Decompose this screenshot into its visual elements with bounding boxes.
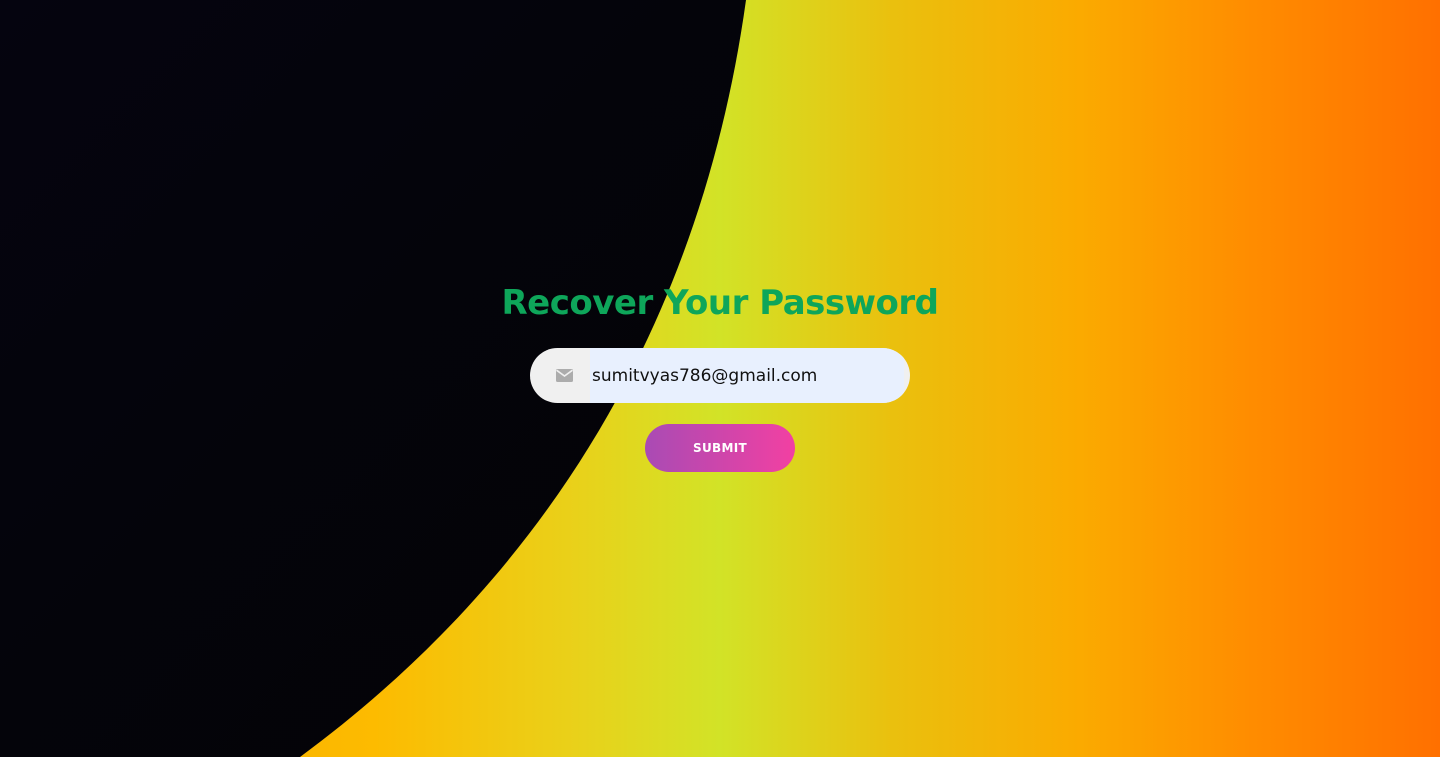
envelope-icon bbox=[555, 366, 574, 385]
page-title: Recover Your Password bbox=[501, 283, 939, 323]
recover-password-page: Recover Your Password SUBMIT bbox=[0, 0, 1440, 757]
email-field[interactable] bbox=[530, 348, 910, 403]
recover-password-form: Recover Your Password SUBMIT bbox=[0, 0, 1440, 757]
email-input[interactable] bbox=[592, 348, 892, 403]
submit-button[interactable]: SUBMIT bbox=[645, 424, 795, 472]
